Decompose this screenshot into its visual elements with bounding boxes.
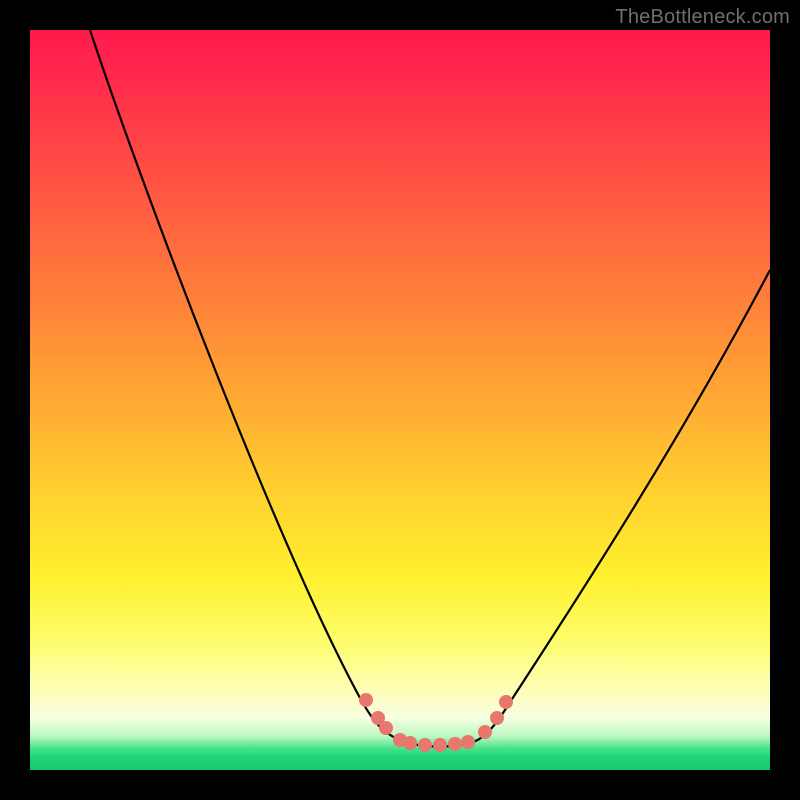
- curve-marker: [359, 693, 373, 707]
- curve-marker: [478, 725, 492, 739]
- chart-plot-area: [30, 30, 770, 770]
- curve-marker: [448, 737, 462, 751]
- watermark-text: TheBottleneck.com: [615, 6, 790, 29]
- curve-marker: [461, 735, 475, 749]
- curve-marker: [418, 738, 432, 752]
- bottleneck-curve-path: [90, 30, 770, 747]
- curve-marker: [490, 711, 504, 725]
- chart-svg: [30, 30, 770, 770]
- curve-marker: [499, 695, 513, 709]
- curve-marker: [379, 721, 393, 735]
- curve-marker: [403, 736, 417, 750]
- marker-group: [359, 693, 513, 752]
- curve-marker: [433, 738, 447, 752]
